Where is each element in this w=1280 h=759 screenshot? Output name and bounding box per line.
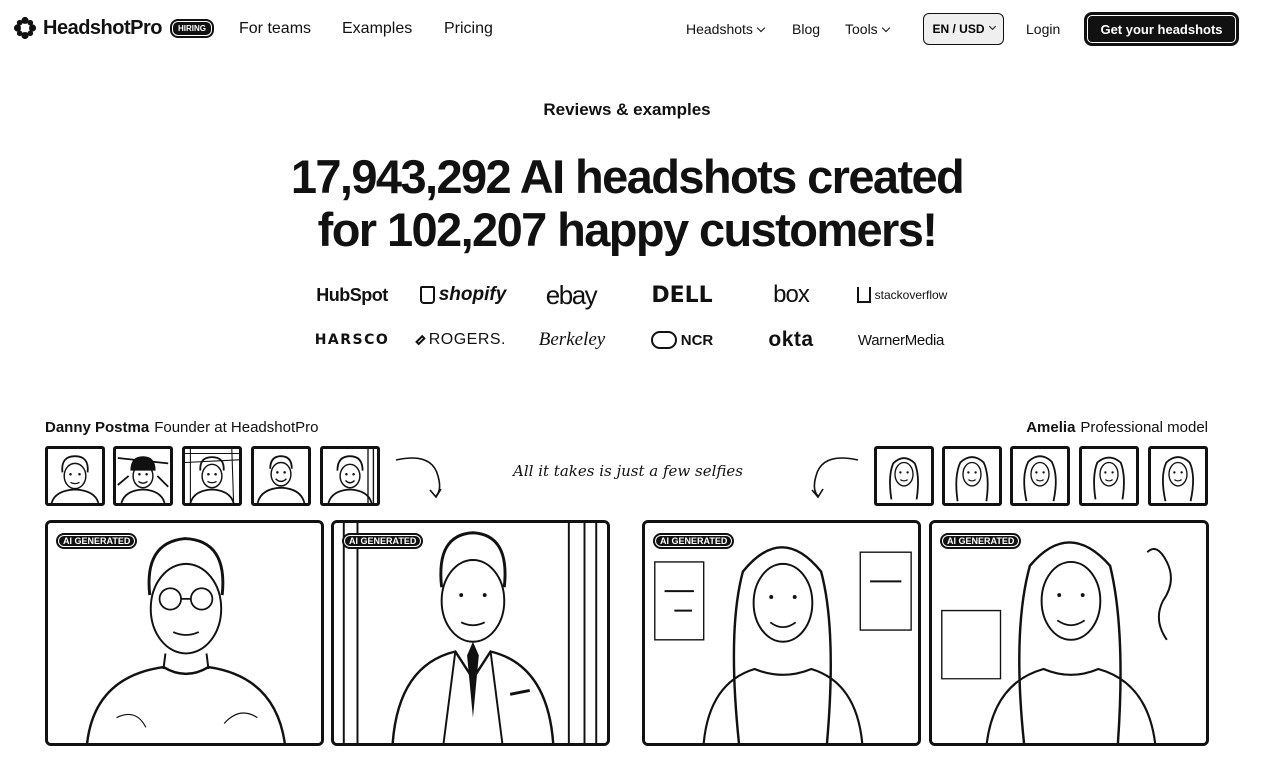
selfie-thumbnail[interactable] bbox=[1010, 446, 1070, 506]
ai-headshot-photo[interactable]: AI GENERATED bbox=[331, 520, 610, 746]
hero-title-line2: happy customers! bbox=[545, 203, 938, 256]
ai-headshot-photo[interactable]: AI GENERATED bbox=[45, 520, 324, 746]
get-headshots-button[interactable]: Get your headshots bbox=[1084, 12, 1239, 46]
nav-pricing[interactable]: Pricing bbox=[444, 20, 493, 38]
logo-harsco: HARSCO bbox=[314, 332, 390, 348]
selfie-thumbnail[interactable] bbox=[45, 446, 105, 506]
brand-logo[interactable]: HeadshotPro HIRING bbox=[13, 16, 214, 40]
rogers-diamond-icon bbox=[415, 334, 426, 346]
chevron-down-icon bbox=[881, 23, 890, 33]
logo-box: box bbox=[773, 281, 810, 308]
language-label: EN / USD bbox=[932, 22, 985, 36]
nav-for-teams[interactable]: For teams bbox=[239, 20, 311, 38]
selfie-thumbnail[interactable] bbox=[874, 446, 934, 506]
nav-tools-label: Tools bbox=[845, 21, 878, 37]
profile-left-name: Danny Postma bbox=[45, 419, 150, 436]
selfie-thumbnail[interactable] bbox=[942, 446, 1002, 506]
logo-berkeley: Berkeley bbox=[538, 329, 606, 350]
logo-shopify: shopify bbox=[418, 280, 508, 310]
profile-right-name: Amelia bbox=[1026, 419, 1076, 436]
language-currency-selector[interactable]: EN / USD bbox=[923, 13, 1004, 45]
section-eyebrow: Reviews & examples bbox=[543, 100, 711, 119]
top-navigation: HeadshotPro HIRING For teams Examples Pr… bbox=[0, 0, 1280, 60]
login-link[interactable]: Login bbox=[1026, 21, 1060, 37]
brand-name: HeadshotPro bbox=[43, 16, 162, 39]
logo-ncr-text: NCR bbox=[680, 331, 714, 349]
logo-warnermedia: WarnerMedia bbox=[857, 331, 945, 349]
profile-left-caption: Danny Postma Founder at HeadshotPro bbox=[45, 419, 318, 436]
logo-shopify-text: shopify bbox=[438, 284, 507, 305]
curved-arrow-icon bbox=[392, 450, 446, 504]
nav-tools-dropdown[interactable]: Tools bbox=[845, 21, 890, 37]
selfie-thumbnail[interactable] bbox=[113, 446, 173, 506]
flower-logo-icon bbox=[13, 16, 37, 40]
nav-blog[interactable]: Blog bbox=[792, 21, 820, 37]
customer-count: 102,207 bbox=[386, 203, 547, 256]
logo-stackoverflow: stackoverflow bbox=[852, 280, 952, 310]
selfie-thumbnail[interactable] bbox=[320, 446, 380, 506]
logo-stackoverflow-text: stackoverflow bbox=[874, 288, 948, 302]
ai-generated-badge: AI GENERATED bbox=[653, 533, 735, 549]
hero-title: 17,943,292 AI headshots created for 102,… bbox=[0, 150, 1254, 256]
profile-right-role: Professional model bbox=[1080, 419, 1208, 436]
hero-title-line1: AI headshots created bbox=[510, 150, 965, 203]
selfies-note: All it takes is just a few selfies bbox=[513, 462, 743, 480]
logo-ncr: NCR bbox=[647, 325, 717, 355]
ai-generated-badge: AI GENERATED bbox=[56, 533, 138, 549]
curved-arrow-icon bbox=[808, 450, 862, 504]
logo-dell: DELL bbox=[651, 282, 713, 308]
ai-generated-badge: AI GENERATED bbox=[940, 533, 1022, 549]
ai-headshot-photo[interactable]: AI GENERATED bbox=[642, 520, 921, 746]
chevron-down-icon bbox=[988, 22, 996, 30]
hiring-badge[interactable]: HIRING bbox=[169, 18, 214, 38]
ncr-ring-icon bbox=[650, 331, 677, 349]
selfie-thumbnail[interactable] bbox=[251, 446, 311, 506]
nav-headshots-dropdown[interactable]: Headshots bbox=[686, 21, 766, 37]
ai-headshot-photo[interactable]: AI GENERATED bbox=[929, 520, 1209, 746]
logo-ebay: ebay bbox=[545, 279, 598, 310]
ai-generated-badge: AI GENERATED bbox=[342, 533, 424, 549]
logo-hubspot: HubSpot bbox=[316, 284, 388, 305]
nav-examples[interactable]: Examples bbox=[342, 20, 412, 38]
logo-rogers: ROGERS. bbox=[415, 325, 506, 355]
stack-icon bbox=[856, 287, 871, 303]
profile-right-caption: Amelia Professional model bbox=[1026, 419, 1208, 436]
headshot-count: 17,943,292 bbox=[290, 150, 512, 203]
chevron-down-icon bbox=[756, 23, 766, 33]
selfie-thumbnail[interactable] bbox=[1079, 446, 1139, 506]
selfie-thumbnail[interactable] bbox=[1148, 446, 1208, 506]
logo-okta: okta bbox=[768, 328, 814, 351]
selfie-thumbnail[interactable] bbox=[182, 446, 242, 506]
logo-rogers-text: ROGERS. bbox=[428, 331, 506, 348]
nav-headshots-label: Headshots bbox=[686, 21, 753, 37]
hero-title-prefix: for bbox=[317, 203, 387, 256]
shopify-bag-icon bbox=[419, 286, 435, 304]
profile-left-role: Founder at HeadshotPro bbox=[154, 419, 319, 436]
